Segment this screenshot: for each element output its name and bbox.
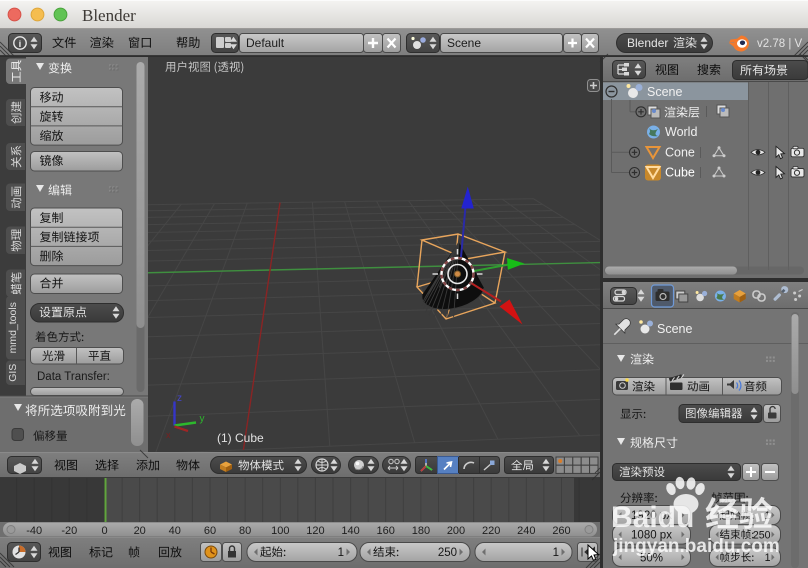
svg-text:x: x	[166, 430, 171, 440]
svg-text:1: 1	[338, 547, 344, 559]
svg-text:120: 120	[306, 525, 324, 537]
svg-text:GIS: GIS	[7, 364, 19, 382]
svg-text:v2.78 | V: v2.78 | V	[757, 38, 803, 50]
svg-text:240: 240	[517, 525, 535, 537]
svg-text:0: 0	[101, 525, 107, 537]
svg-text:1: 1	[553, 547, 559, 559]
svg-text:Blender: Blender	[82, 6, 136, 25]
svg-text:40: 40	[169, 525, 181, 537]
svg-text:-20: -20	[61, 525, 77, 537]
svg-text:Default: Default	[246, 36, 285, 50]
svg-text:180: 180	[412, 525, 430, 537]
svg-text:y: y	[200, 414, 205, 425]
svg-text:200: 200	[447, 525, 465, 537]
svg-text:260: 260	[552, 525, 570, 537]
svg-text:z: z	[177, 393, 182, 404]
svg-text:-40: -40	[26, 525, 42, 537]
svg-text:Cone: Cone	[665, 146, 695, 160]
svg-text:60: 60	[204, 525, 216, 537]
svg-text:Data Transfer:: Data Transfer:	[37, 371, 110, 383]
svg-text:Baidu: Baidu	[611, 501, 694, 534]
svg-text:Blender: Blender	[627, 36, 668, 50]
svg-text:(1) Cube: (1) Cube	[217, 431, 264, 445]
svg-text:jingyan.baidu.com: jingyan.baidu.com	[612, 536, 780, 557]
svg-text:i: i	[19, 39, 22, 50]
svg-text:140: 140	[341, 525, 359, 537]
svg-text:Scene: Scene	[647, 85, 682, 99]
svg-text:250: 250	[438, 547, 457, 559]
svg-text:Scene: Scene	[447, 36, 481, 50]
svg-text:80: 80	[239, 525, 251, 537]
svg-text:World: World	[665, 125, 697, 139]
svg-text:Cube: Cube	[665, 166, 695, 180]
svg-text:220: 220	[482, 525, 500, 537]
svg-text:mmd_tools: mmd_tools	[7, 302, 19, 353]
svg-text:160: 160	[377, 525, 395, 537]
svg-text:20: 20	[134, 525, 146, 537]
svg-text:Scene: Scene	[657, 322, 692, 336]
svg-text:100: 100	[271, 525, 289, 537]
